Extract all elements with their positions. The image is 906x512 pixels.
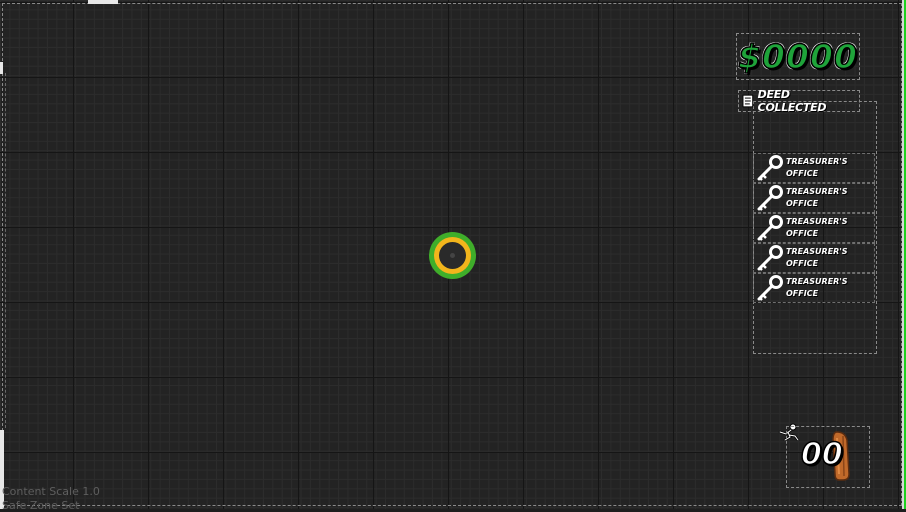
money-value: $0000 — [737, 36, 858, 77]
counter-value: 00 — [800, 436, 843, 473]
item-counter: 00 — [786, 426, 870, 488]
key-item: TREASURER'S OFFICE — [753, 153, 875, 183]
safe-zone-inner-line — [5, 73, 7, 428]
debug-content-scale: Content Scale 1.0 — [2, 485, 100, 498]
crosshair — [429, 232, 476, 279]
key-item: TREASURER'S OFFICE — [753, 273, 875, 303]
key-item: TREASURER'S OFFICE — [753, 183, 875, 213]
key-label: TREASURER'S OFFICE — [786, 217, 848, 238]
key-item: TREASURER'S OFFICE — [753, 243, 875, 273]
canvas-corner-marker-left — [0, 62, 3, 74]
debug-safe-zone: Safe Zone Set — [2, 499, 80, 512]
key-label: TREASURER'S OFFICE — [786, 247, 848, 268]
deed-icon — [742, 94, 754, 108]
key-icon — [757, 245, 783, 271]
crosshair-dot — [450, 253, 455, 258]
key-label: TREASURER'S OFFICE — [786, 277, 848, 298]
key-item: TREASURER'S OFFICE — [753, 213, 875, 243]
key-label: TREASURER'S OFFICE — [786, 187, 848, 208]
key-label: TREASURER'S OFFICE — [786, 157, 848, 178]
deed-collected-header: DEED COLLECTED — [738, 88, 860, 114]
money-display: $0000 — [736, 33, 860, 80]
key-icon — [757, 215, 783, 241]
key-icon — [757, 155, 783, 181]
key-icon — [757, 275, 783, 301]
canvas-corner-marker — [88, 0, 118, 4]
deed-collected-label: DEED COLLECTED — [757, 88, 827, 114]
key-icon — [757, 185, 783, 211]
